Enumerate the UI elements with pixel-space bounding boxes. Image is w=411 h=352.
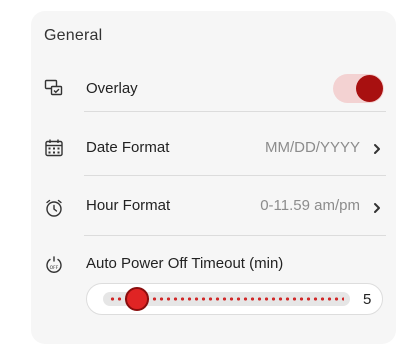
power-off-timer-icon: OFF <box>44 255 64 275</box>
chevron-right-icon <box>370 142 384 156</box>
divider <box>84 111 386 112</box>
clock-icon <box>44 198 64 218</box>
overlay-toggle[interactable] <box>333 74 384 103</box>
date-format-value: MM/DD/YYYY <box>264 139 360 156</box>
auto-power-off-slider[interactable] <box>103 287 350 311</box>
svg-text:OFF: OFF <box>50 265 59 271</box>
auto-power-off-value: 5 <box>363 291 372 308</box>
overlay-display-icon <box>44 78 64 98</box>
auto-power-off-slider-container: 5 <box>86 283 383 315</box>
date-format-label: Date Format <box>86 139 170 156</box>
hour-format-label: Hour Format <box>86 197 171 214</box>
overlay-label: Overlay <box>86 80 138 97</box>
divider <box>84 175 386 176</box>
hour-format-value: 0-11.59 am/pm <box>260 197 360 214</box>
general-settings-card: General Overlay Date Format MM/DD/YYYY H… <box>31 11 396 344</box>
auto-power-off-label: Auto Power Off Timeout (min) <box>86 255 284 272</box>
calendar-icon <box>44 138 64 158</box>
divider <box>84 235 386 236</box>
section-title: General <box>44 27 103 44</box>
toggle-knob <box>356 75 383 102</box>
slider-thumb[interactable] <box>125 287 150 311</box>
chevron-right-icon <box>370 201 384 215</box>
